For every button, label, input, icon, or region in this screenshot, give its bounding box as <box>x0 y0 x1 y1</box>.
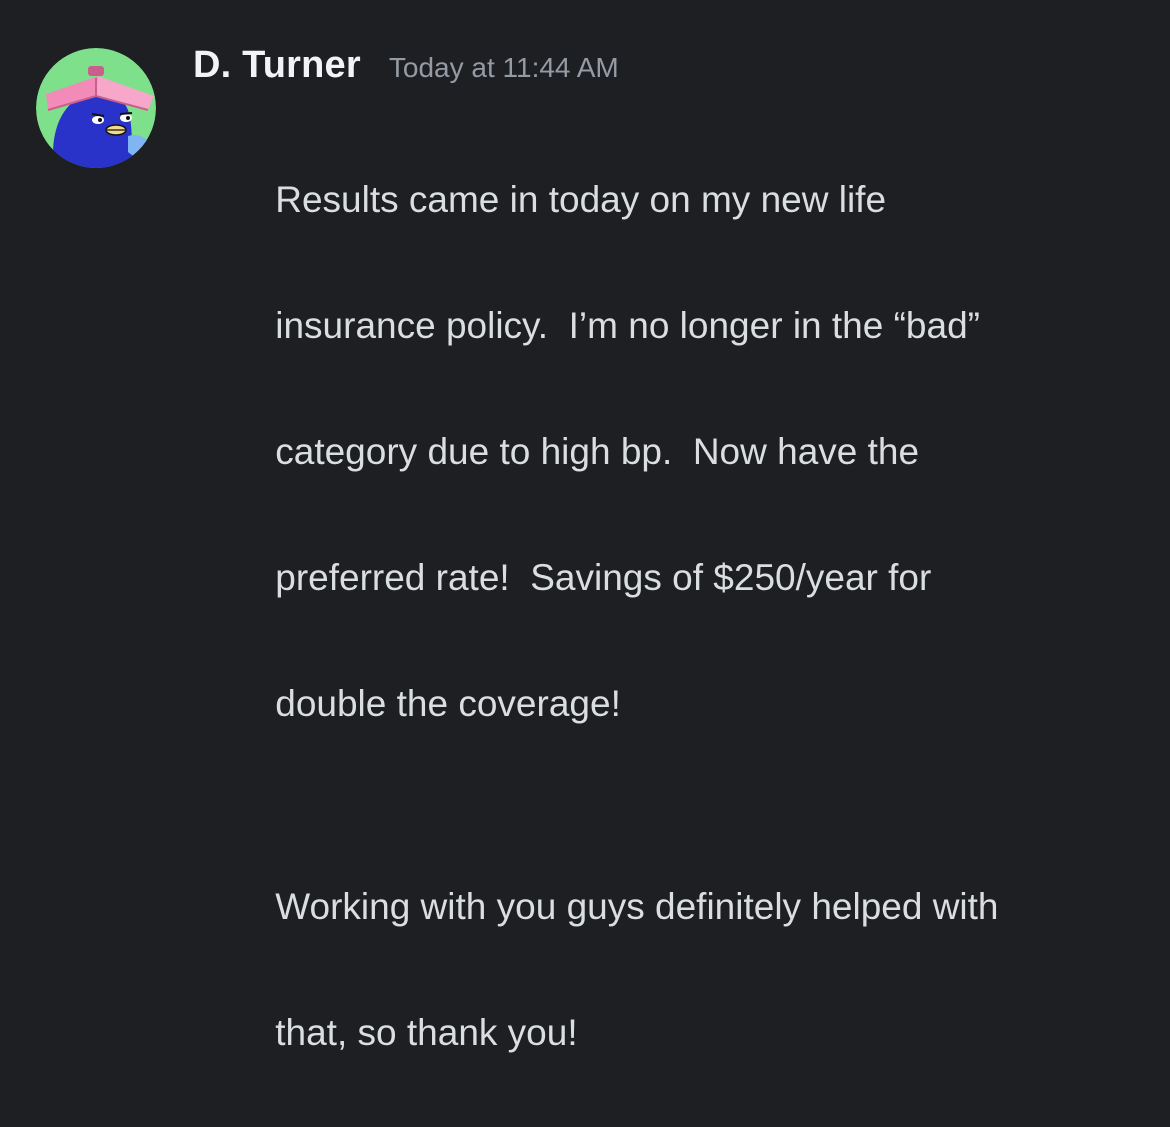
message-line: double the coverage! <box>275 683 621 724</box>
message-timestamp[interactable]: Today at 11:44 AM <box>389 52 619 84</box>
message-line: preferred rate! Savings of $250/year for <box>275 557 932 598</box>
message-line: category due to high bp. Now have the <box>275 431 920 472</box>
message-line: insurance policy. I’m no longer in the “… <box>275 305 980 346</box>
message-line: that, so thank you! <box>275 1012 578 1053</box>
user-avatar[interactable] <box>36 48 156 168</box>
message-content: D. Turner Today at 11:44 AM Results came… <box>193 44 1143 1127</box>
message-header: D. Turner Today at 11:44 AM <box>193 44 1143 96</box>
bird-with-book-avatar-icon <box>36 48 156 168</box>
message-body: Results came in today on my new life ins… <box>193 105 1143 1127</box>
message-line: Results came in today on my new life <box>275 179 887 220</box>
chat-message: D. Turner Today at 11:44 AM Results came… <box>0 0 1170 1053</box>
message-paragraph: Results came in today on my new life ins… <box>193 105 1143 798</box>
message-line: Working with you guys definitely helped … <box>275 886 999 927</box>
author-name[interactable]: D. Turner <box>193 44 361 87</box>
message-paragraph: Working with you guys definitely helped … <box>193 812 1143 1127</box>
